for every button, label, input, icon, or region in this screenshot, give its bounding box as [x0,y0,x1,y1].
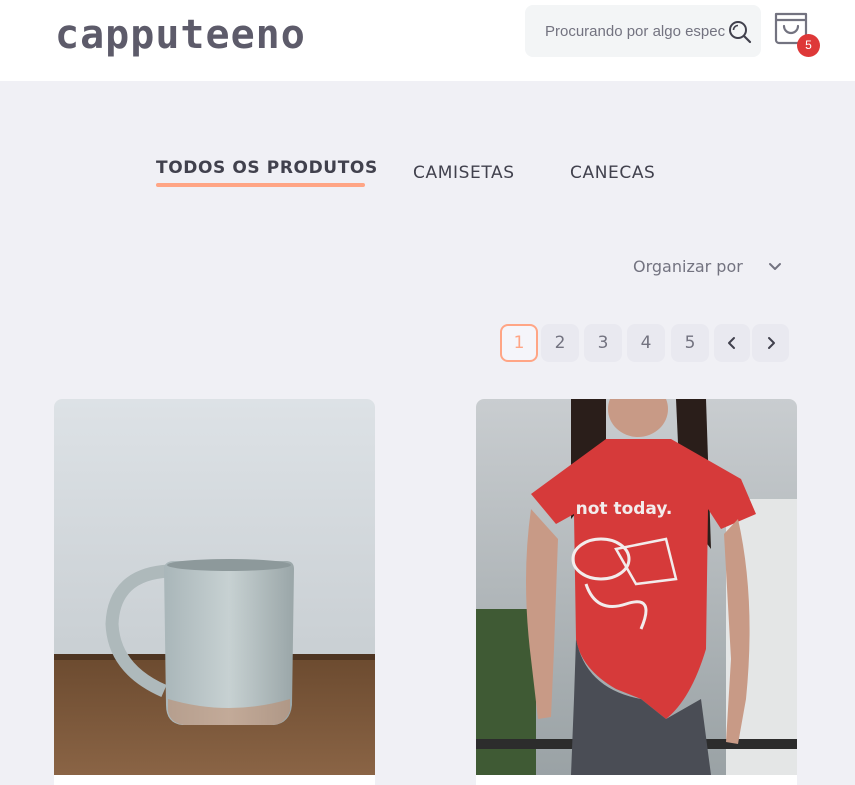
page-button-1[interactable]: 1 [500,324,538,362]
prev-page-button[interactable] [714,324,750,362]
page-button-2[interactable]: 2 [541,324,579,362]
chevron-right-icon [767,337,775,349]
product-card[interactable]: not today. [476,399,797,785]
active-tab-underline [156,183,365,187]
page-button-3[interactable]: 3 [584,324,622,362]
shirt-print-text: not today. [576,499,673,519]
product-image-mug[interactable] [54,399,375,775]
chevron-left-icon [728,337,735,349]
search-icon[interactable] [727,19,753,45]
search-bar [525,5,761,57]
logo[interactable]: capputeeno [55,10,306,60]
next-page-button[interactable] [752,324,789,362]
header: capputeeno 5 [0,0,855,81]
tab-shirts[interactable]: CAMISETAS [413,163,515,183]
tab-mugs[interactable]: CANECAS [570,163,655,183]
cart-count-badge: 5 [797,34,820,57]
tab-all-products[interactable]: TODOS OS PRODUTOS [156,158,378,178]
search-input[interactable] [545,20,725,42]
product-card[interactable] [54,399,375,785]
page-button-5[interactable]: 5 [671,324,709,362]
sort-dropdown[interactable]: Organizar por [633,257,743,276]
product-image-tshirt[interactable]: not today. [476,399,797,775]
chevron-down-icon[interactable] [768,262,782,272]
page-button-4[interactable]: 4 [627,324,665,362]
